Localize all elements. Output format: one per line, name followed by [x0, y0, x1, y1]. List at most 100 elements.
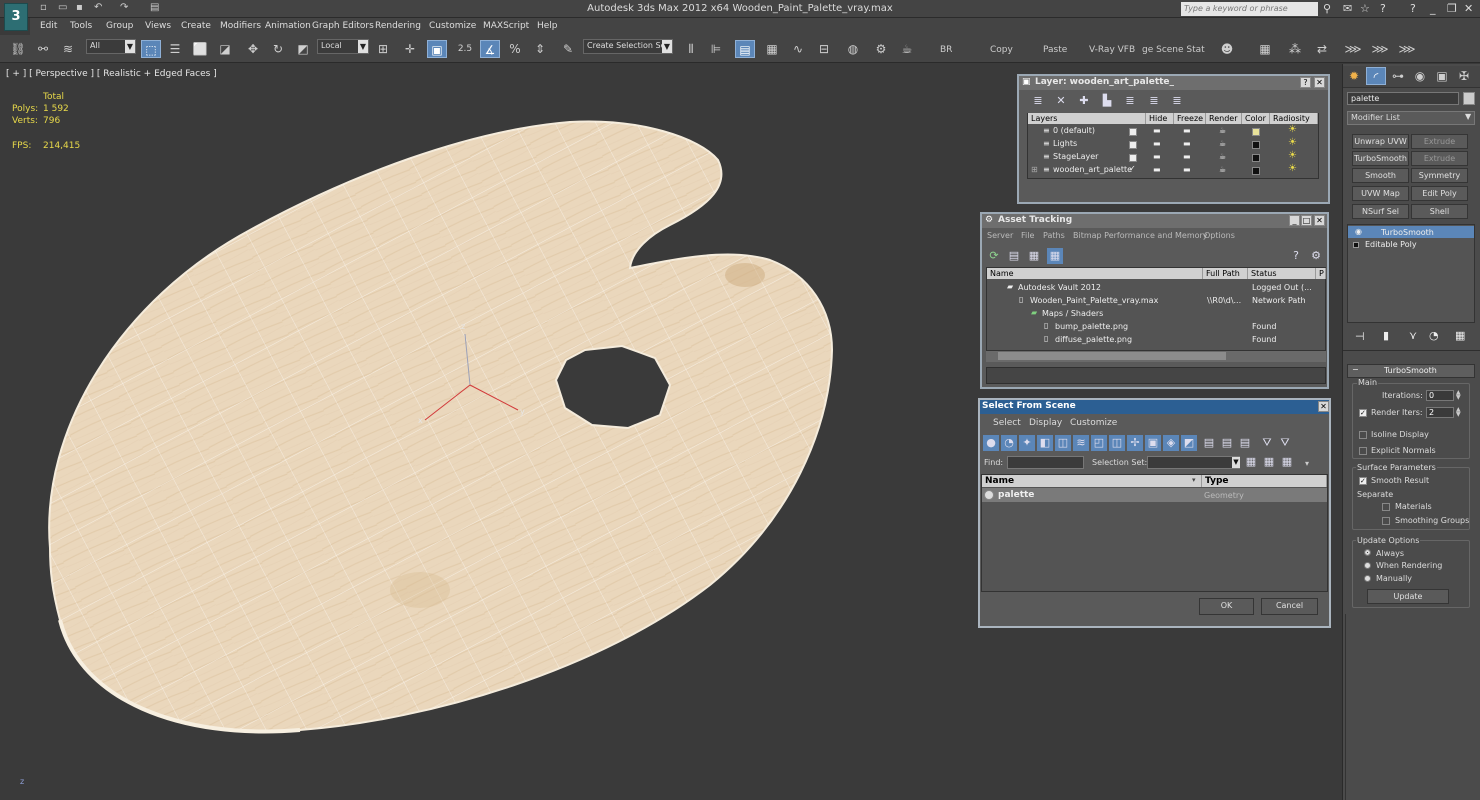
- name-column-header[interactable]: Name: [982, 475, 1202, 487]
- show-end-result-icon[interactable]: ▮: [1383, 329, 1389, 342]
- unlink-icon[interactable]: ⚯: [33, 40, 53, 58]
- layer-row-name[interactable]: wooden_art_palette: [1053, 165, 1132, 174]
- rotate-icon[interactable]: ↻: [268, 40, 288, 58]
- asset-name-column-header[interactable]: Name: [987, 268, 1203, 279]
- helpers-filter-icon[interactable]: ◫: [1055, 435, 1071, 451]
- filter-settings-icon[interactable]: ⛛: [1277, 435, 1293, 451]
- render-iters-checkbox[interactable]: ✓: [1359, 409, 1367, 417]
- layer-row-name[interactable]: Lights: [1053, 139, 1077, 148]
- cancel-button[interactable]: Cancel: [1261, 598, 1318, 615]
- explicit-normals-checkbox[interactable]: [1359, 447, 1367, 455]
- nsurf-sel-button[interactable]: NSurf Sel: [1352, 204, 1409, 219]
- object-name-field[interactable]: palette: [1347, 92, 1459, 105]
- light-bulb-icon[interactable]: ◉: [1355, 227, 1362, 236]
- pivot-center-icon[interactable]: ⊞: [373, 40, 393, 58]
- help-icon[interactable]: ?: [1380, 2, 1386, 15]
- refresh-icon[interactable]: ⟳: [986, 248, 1002, 264]
- radiosity-light-icon[interactable]: ☀: [1288, 163, 1297, 174]
- layer-color-swatch[interactable]: [1252, 128, 1260, 136]
- chevron-down-icon[interactable]: ▼: [1232, 457, 1240, 468]
- snaps-toggle-icon[interactable]: 2.5: [455, 40, 475, 58]
- find-input[interactable]: [1007, 456, 1084, 469]
- smooth-button[interactable]: Smooth: [1352, 168, 1409, 183]
- add-to-layer-icon[interactable]: ✚: [1076, 93, 1092, 109]
- highlight-layer-icon[interactable]: ≣: [1122, 93, 1138, 109]
- material-editor-icon[interactable]: ◍: [843, 40, 863, 58]
- utilities-tab-icon[interactable]: ✠: [1454, 67, 1474, 85]
- rollout-collapse-icon[interactable]: −: [1352, 365, 1359, 374]
- app-logo-icon[interactable]: 3: [4, 3, 28, 31]
- hide-column-header[interactable]: Hide: [1146, 113, 1174, 124]
- close-icon[interactable]: ✕: [1464, 2, 1473, 15]
- smooth-result-checkbox[interactable]: ✓: [1359, 477, 1367, 485]
- uvw-map-button[interactable]: UVW Map: [1352, 186, 1409, 201]
- render-toggle-icon[interactable]: ☕: [1219, 165, 1226, 174]
- layer-current-checkbox[interactable]: [1129, 141, 1137, 149]
- angle-snap-icon[interactable]: ∡: [480, 40, 500, 58]
- render-toggle-icon[interactable]: ☕: [1219, 152, 1226, 161]
- render-setup-icon[interactable]: ⚙: [871, 40, 891, 58]
- space-warps-filter-icon[interactable]: ≋: [1073, 435, 1089, 451]
- manually-radio[interactable]: [1364, 575, 1371, 582]
- open-file-icon[interactable]: ▭: [58, 2, 70, 15]
- delete-selection-set-icon[interactable]: ▦: [1279, 454, 1295, 470]
- radiosity-light-icon[interactable]: ☀: [1288, 124, 1297, 135]
- communication-icon[interactable]: ✉: [1343, 2, 1352, 15]
- modify-tab-icon[interactable]: ◜: [1366, 67, 1386, 85]
- mirror-icon[interactable]: ⫴: [681, 40, 701, 58]
- close-icon[interactable]: ✕: [1318, 401, 1329, 412]
- select-menu-display[interactable]: Display: [1029, 418, 1062, 428]
- close-icon[interactable]: ✕: [1314, 77, 1325, 88]
- select-by-name-icon[interactable]: ☰: [165, 40, 185, 58]
- animation-layer-collapse-icon[interactable]: ⋙: [1397, 40, 1417, 58]
- align-icon[interactable]: ⊫: [706, 40, 726, 58]
- vray-vfb-button[interactable]: V-Ray VFB: [1089, 45, 1135, 55]
- configure-sets-icon[interactable]: ▦: [1455, 329, 1465, 342]
- make-unique-icon[interactable]: ⋎: [1409, 329, 1417, 342]
- xrefs-filter-icon[interactable]: ◫: [1109, 435, 1125, 451]
- selection-set-dropdown[interactable]: [1147, 456, 1240, 469]
- asset-path-column-header[interactable]: Full Path: [1203, 268, 1248, 279]
- unwrap-uvw-button[interactable]: Unwrap UVW: [1352, 134, 1409, 149]
- render-column-header[interactable]: Render: [1206, 113, 1242, 124]
- minimize-icon[interactable]: _: [1430, 2, 1436, 15]
- select-link-icon[interactable]: ⛓: [8, 40, 28, 58]
- freeze-column-header[interactable]: Freeze: [1174, 113, 1206, 124]
- render-frame-icon[interactable]: ☕: [897, 40, 917, 58]
- menu-edit[interactable]: Edit: [40, 21, 57, 31]
- schematic-view-icon[interactable]: ⊟: [814, 40, 834, 58]
- invert-display-icon[interactable]: ▤: [1237, 435, 1253, 451]
- remove-modifier-icon[interactable]: ◔: [1429, 329, 1439, 342]
- asset-menu-options[interactable]: Options: [1204, 231, 1235, 240]
- menu-views[interactable]: Views: [145, 21, 171, 31]
- freeze-toggle[interactable]: ▬: [1183, 139, 1191, 148]
- symmetry-button[interactable]: Symmetry: [1411, 168, 1468, 183]
- menu-modifiers[interactable]: Modifiers: [220, 21, 261, 31]
- particle-icon[interactable]: ⁂: [1285, 40, 1305, 58]
- scale-icon[interactable]: ◩: [293, 40, 313, 58]
- graphite-tools-icon[interactable]: ▦: [762, 40, 782, 58]
- project-folder-icon[interactable]: ▤: [150, 2, 162, 15]
- turbosmooth-button[interactable]: TurboSmooth: [1352, 151, 1409, 166]
- asset-menu-paths[interactable]: Paths: [1043, 231, 1065, 240]
- paste-button[interactable]: Paste: [1043, 45, 1067, 55]
- shell-button[interactable]: Shell: [1411, 204, 1468, 219]
- groups-filter-icon[interactable]: ◰: [1091, 435, 1107, 451]
- isoline-display-checkbox[interactable]: [1359, 431, 1367, 439]
- hide-toggle[interactable]: ▬: [1153, 165, 1161, 174]
- update-button[interactable]: Update: [1367, 589, 1449, 604]
- select-object-icon[interactable]: ⬚: [141, 40, 161, 58]
- layer-current-checkbox[interactable]: [1129, 154, 1137, 162]
- favorites-icon[interactable]: ☆: [1360, 2, 1370, 15]
- menu-customize[interactable]: Customize: [429, 21, 476, 31]
- expand-icon[interactable]: ⊞: [1031, 165, 1038, 174]
- curve-editor-icon[interactable]: ∿: [788, 40, 808, 58]
- layer-window-title[interactable]: Layer: wooden_art_palette_: [1019, 76, 1328, 90]
- layer-row-name[interactable]: StageLayer: [1053, 152, 1098, 161]
- layer-color-swatch[interactable]: [1252, 154, 1260, 162]
- asset-row-name[interactable]: Autodesk Vault 2012: [1018, 283, 1101, 292]
- help-icon[interactable]: ?: [1288, 248, 1304, 264]
- menu-rendering[interactable]: Rendering: [375, 21, 421, 31]
- layer-row-name[interactable]: 0 (default): [1053, 126, 1095, 135]
- close-icon[interactable]: ✕: [1314, 215, 1325, 226]
